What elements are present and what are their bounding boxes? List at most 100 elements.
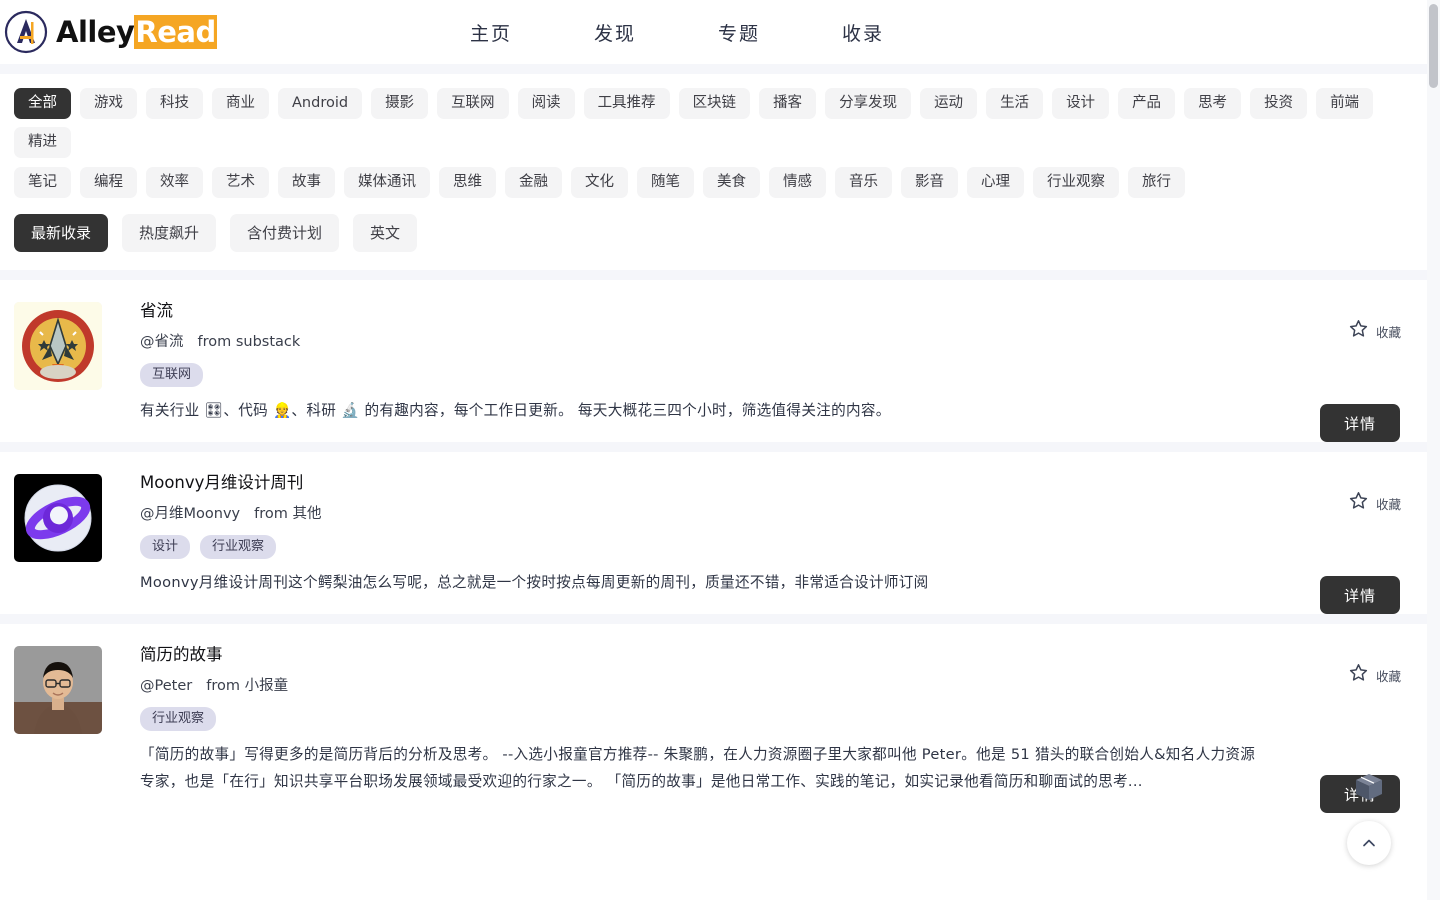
- category-tag[interactable]: 情感: [769, 167, 826, 198]
- category-tag[interactable]: 随笔: [637, 167, 694, 198]
- sort-option[interactable]: 含付费计划: [230, 214, 340, 252]
- category-tag[interactable]: 艺术: [212, 167, 269, 198]
- newsletter-avatar[interactable]: [14, 302, 102, 390]
- alleyread-logo-icon: [4, 10, 48, 54]
- newsletter-title[interactable]: 简历的故事: [140, 644, 1413, 666]
- newsletter-list: 省流 @省流 from substack 互联网 有关行业 🎛、代码 👷、科研 🔬…: [0, 280, 1427, 813]
- category-tag[interactable]: 心理: [967, 167, 1024, 198]
- newsletter-info: 简历的故事 @Peter from 小报童 行业观察 「简历的故事」写得更多的是简…: [102, 642, 1413, 795]
- chevron-up-icon: [1363, 839, 1375, 847]
- app-root: AlleyRead 主页 发现 专题 收录 全部 游戏 科技 商业 Android 摄影互…: [0, 0, 1440, 900]
- newsletter-categories: 设计 行业观察: [140, 535, 1413, 559]
- sort-option[interactable]: 热度飙升: [122, 214, 217, 252]
- page-scrollbar-track[interactable]: [1427, 0, 1440, 900]
- category-tag[interactable]: 商业: [212, 88, 269, 119]
- category-tag[interactable]: 运动: [920, 88, 978, 119]
- main-nav: 主页 发现 专题 收录: [470, 0, 884, 64]
- card-actions: 收藏 详情: [1293, 470, 1413, 632]
- favorite-button[interactable]: 收藏: [1348, 318, 1401, 344]
- category-tag[interactable]: 金融: [505, 167, 562, 198]
- star-icon: [1348, 318, 1369, 344]
- sort-option[interactable]: 英文: [353, 214, 418, 252]
- package-icon[interactable]: [1351, 769, 1387, 805]
- card-category-pill[interactable]: 设计: [140, 535, 191, 559]
- category-tag[interactable]: 设计: [1052, 88, 1110, 119]
- category-tag[interactable]: 故事: [278, 167, 335, 198]
- category-tag[interactable]: 播客: [759, 88, 817, 119]
- card-separator: [0, 614, 1427, 624]
- newsletter-title[interactable]: 省流: [140, 300, 1413, 322]
- category-tag[interactable]: 思考: [1184, 88, 1242, 119]
- category-tag[interactable]: 旅行: [1128, 167, 1185, 198]
- category-tag[interactable]: 媒体通讯: [344, 167, 430, 198]
- category-tag[interactable]: 摄影: [371, 88, 429, 119]
- newsletter-info: 省流 @省流 from substack 互联网 有关行业 🎛、代码 👷、科研 🔬…: [102, 298, 1413, 424]
- card-category-pill[interactable]: 行业观察: [200, 535, 277, 559]
- card-separator: [0, 442, 1427, 452]
- newsletter-handle: @Peter: [140, 678, 193, 694]
- category-tag[interactable]: 游戏: [80, 88, 137, 119]
- newsletter-source: from 小报童: [206, 678, 289, 694]
- page-scrollbar-thumb[interactable]: [1429, 4, 1438, 88]
- favorite-label: 收藏: [1375, 668, 1401, 684]
- header-divider: [0, 64, 1427, 74]
- newsletter-title[interactable]: Moonvy月维设计周刊: [140, 472, 1413, 494]
- brand-wordmark: AlleyRead: [56, 14, 217, 49]
- card-category-pill[interactable]: 互联网: [140, 363, 204, 387]
- sort-filter-row: 最新收录 热度飙升 含付费计划 英文: [14, 214, 1413, 252]
- nav-topics[interactable]: 专题: [718, 19, 760, 46]
- brand-name-dark: Alley: [56, 14, 135, 49]
- category-tag[interactable]: 产品: [1118, 88, 1176, 119]
- newsletter-meta: @月维Moonvy from 其他: [140, 505, 1413, 524]
- newsletter-avatar[interactable]: [14, 474, 102, 562]
- category-tag[interactable]: 行业观察: [1033, 167, 1119, 198]
- card-actions: 收藏 详情: [1293, 298, 1413, 460]
- category-tag[interactable]: 投资: [1250, 88, 1308, 119]
- newsletter-description: 「简历的故事」写得更多的是简历背后的分析及思考。 --入选小报童官方推荐-- 朱…: [140, 746, 1256, 790]
- category-tag[interactable]: 思维: [439, 167, 496, 198]
- category-tag[interactable]: 全部: [14, 88, 71, 119]
- favorite-button[interactable]: 收藏: [1348, 662, 1401, 688]
- category-tag[interactable]: 工具推荐: [583, 88, 670, 119]
- detail-button[interactable]: 详情: [1320, 404, 1400, 442]
- category-tag[interactable]: 效率: [146, 167, 203, 198]
- filters-divider: [0, 270, 1427, 280]
- newsletter-source: from 其他: [254, 506, 322, 522]
- category-tag[interactable]: 文化: [571, 167, 628, 198]
- category-tag[interactable]: 音乐: [835, 167, 892, 198]
- category-row-2: 笔记 编程 效率 艺术 故事 媒体通讯 思维 金融 文化 随笔 美食 情感 音乐 影音 心理 行业观察 旅行: [14, 167, 1413, 198]
- newsletter-info: Moonvy月维设计周刊 @月维Moonvy from 其他 设计 行业观察 Moo…: [102, 470, 1413, 596]
- category-tag[interactable]: 精进: [14, 127, 71, 158]
- newsletter-avatar[interactable]: [14, 646, 102, 734]
- detail-button[interactable]: 详情: [1320, 576, 1400, 614]
- category-tag[interactable]: 前端: [1316, 88, 1374, 119]
- newsletter-card: Moonvy月维设计周刊 @月维Moonvy from 其他 设计 行业观察 Moo…: [0, 452, 1427, 614]
- favorite-label: 收藏: [1375, 324, 1401, 340]
- category-tag[interactable]: Android: [278, 88, 363, 119]
- brand-logo-link[interactable]: AlleyRead: [0, 0, 217, 64]
- scroll-to-top-button[interactable]: [1347, 821, 1391, 865]
- newsletter-card: 简历的故事 @Peter from 小报童 行业观察 「简历的故事」写得更多的是简…: [0, 624, 1427, 813]
- filter-panel: 全部 游戏 科技 商业 Android 摄影 互联网 阅读 工具推荐 区块链 播客 分享发现 运动 生活设…: [0, 74, 1427, 270]
- category-tag[interactable]: 美食: [703, 167, 760, 198]
- favorite-label: 收藏: [1375, 496, 1401, 512]
- favorite-button[interactable]: 收藏: [1348, 490, 1401, 516]
- category-tag[interactable]: 影音: [901, 167, 958, 198]
- category-tag[interactable]: 分享发现: [825, 88, 912, 119]
- nav-collection[interactable]: 收录: [842, 19, 884, 46]
- category-tag[interactable]: 编程: [80, 167, 137, 198]
- category-tag[interactable]: 生活: [986, 88, 1044, 119]
- newsletter-source: from substack: [197, 334, 301, 350]
- category-tag[interactable]: 互联网: [437, 88, 509, 119]
- nav-home[interactable]: 主页: [470, 19, 512, 46]
- category-tag[interactable]: 科技: [146, 88, 203, 119]
- star-icon: [1348, 662, 1369, 688]
- category-tag[interactable]: 笔记: [14, 167, 71, 198]
- nav-discover[interactable]: 发现: [594, 19, 636, 46]
- newsletter-description: 有关行业 🎛、代码 👷、科研 🔬 的有趣内容，每个工作日更新。 每天大概花三四个…: [140, 402, 891, 419]
- card-category-pill[interactable]: 行业观察: [140, 707, 217, 731]
- category-tag[interactable]: 阅读: [517, 88, 575, 119]
- category-tag[interactable]: 区块链: [678, 88, 751, 119]
- sort-option[interactable]: 最新收录: [14, 214, 109, 252]
- newsletter-handle: @月维Moonvy: [140, 506, 241, 522]
